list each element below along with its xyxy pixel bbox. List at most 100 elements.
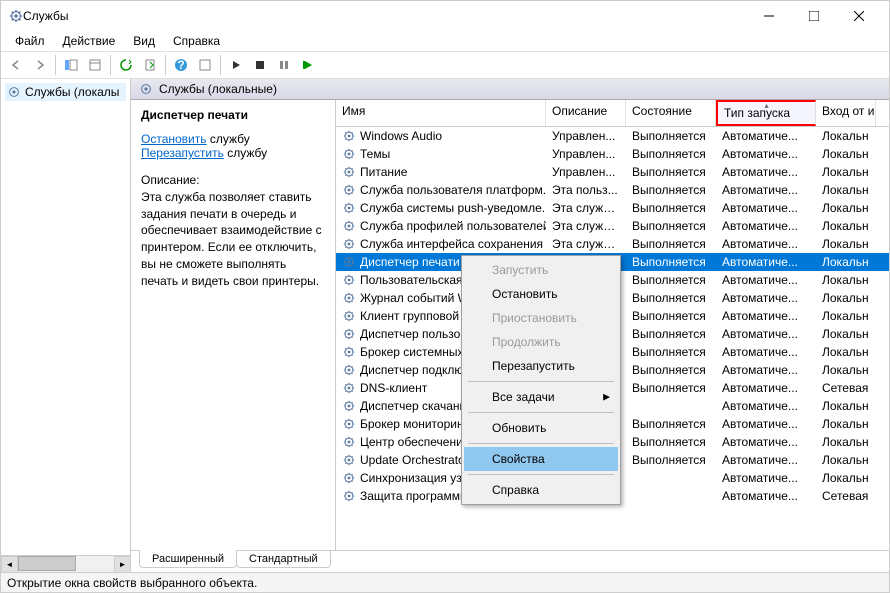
service-logon: Локальн: [816, 254, 876, 270]
service-name: Брокер мониторинг: [360, 417, 468, 431]
right-header-title: Службы (локальные): [159, 82, 277, 96]
service-logon: Локальн: [816, 326, 876, 342]
restart-link[interactable]: Перезапустить: [141, 146, 224, 160]
service-startup: Автоматиче...: [716, 254, 816, 270]
col-desc[interactable]: Описание: [546, 100, 626, 126]
ctx-separator: [468, 474, 614, 475]
app-icon: [9, 9, 23, 23]
service-row[interactable]: ПитаниеУправлен...ВыполняетсяАвтоматиче.…: [336, 163, 889, 181]
service-state: [626, 495, 716, 497]
service-name: Брокер системных: [360, 345, 464, 359]
restart-button[interactable]: [297, 54, 319, 76]
service-row[interactable]: Служба профилей пользователейЭта служб..…: [336, 217, 889, 235]
play-button[interactable]: [225, 54, 247, 76]
service-state: Выполняется: [626, 362, 716, 378]
close-button[interactable]: [836, 1, 881, 31]
detail-title: Диспетчер печати: [141, 108, 325, 122]
col-logon[interactable]: Вход от и: [816, 100, 876, 126]
stop-button[interactable]: [249, 54, 271, 76]
properties-toolbar-button[interactable]: [84, 54, 106, 76]
service-icon: [342, 471, 356, 485]
scroll-right-button[interactable]: ►: [114, 556, 131, 572]
menu-action[interactable]: Действие: [55, 32, 124, 50]
service-startup: Автоматиче...: [716, 218, 816, 234]
service-logon: Локальн: [816, 344, 876, 360]
menu-file[interactable]: Файл: [7, 32, 53, 50]
service-icon: [342, 183, 356, 197]
service-state: Выполняется: [626, 308, 716, 324]
service-name: Диспетчер пользо: [360, 327, 460, 341]
service-desc: Управлен...: [546, 146, 626, 162]
service-startup: Автоматиче...: [716, 290, 816, 306]
service-row[interactable]: ТемыУправлен...ВыполняетсяАвтоматиче...Л…: [336, 145, 889, 163]
toolbar-button[interactable]: [194, 54, 216, 76]
service-startup: Автоматиче...: [716, 452, 816, 468]
tree-pane: Службы (локалы ◄ ►: [1, 79, 131, 572]
ctx-separator: [468, 443, 614, 444]
service-logon: Локальн: [816, 128, 876, 144]
service-name: Диспетчер скачанн...: [360, 399, 476, 413]
service-state: Выполняется: [626, 344, 716, 360]
detail-pane: Диспетчер печати Остановить службу Перез…: [131, 100, 336, 550]
col-state[interactable]: Состояние: [626, 100, 716, 126]
service-startup: Автоматиче...: [716, 470, 816, 486]
service-name: Диспетчер подклю: [360, 363, 463, 377]
service-name: Служба профилей пользователей: [360, 219, 546, 233]
export-button[interactable]: [139, 54, 161, 76]
menu-view[interactable]: Вид: [125, 32, 163, 50]
service-startup: Автоматиче...: [716, 434, 816, 450]
help-button[interactable]: ?: [170, 54, 192, 76]
service-row[interactable]: Служба пользователя платформ...Эта польз…: [336, 181, 889, 199]
service-logon: Локальн: [816, 272, 876, 288]
tab-standard[interactable]: Стандартный: [236, 551, 331, 568]
service-logon: Локальн: [816, 398, 876, 414]
refresh-button[interactable]: [115, 54, 137, 76]
service-state: Выполняется: [626, 434, 716, 450]
tab-extended[interactable]: Расширенный: [139, 550, 237, 568]
ctx-stop[interactable]: Остановить: [464, 282, 618, 306]
titlebar: Службы: [1, 1, 889, 31]
back-button[interactable]: [5, 54, 27, 76]
service-state: Выполняется: [626, 200, 716, 216]
maximize-button[interactable]: [791, 1, 836, 31]
list-header: Имя Описание Состояние ▴Тип запуска Вход…: [336, 100, 889, 127]
service-startup: Автоматиче...: [716, 488, 816, 504]
service-startup: Автоматиче...: [716, 182, 816, 198]
service-logon: Локальн: [816, 164, 876, 180]
pause-button[interactable]: [273, 54, 295, 76]
ctx-refresh[interactable]: Обновить: [464, 416, 618, 440]
service-desc: Управлен...: [546, 128, 626, 144]
window-title: Службы: [23, 9, 746, 23]
service-row[interactable]: Служба интерфейса сохранения ...Эта служ…: [336, 235, 889, 253]
service-logon: Сетевая: [816, 380, 876, 396]
right-pane: Службы (локальные) Диспетчер печати Оста…: [131, 79, 889, 572]
col-name[interactable]: Имя: [336, 100, 546, 126]
service-state: [626, 477, 716, 479]
tree-scrollbar[interactable]: ◄ ►: [1, 555, 131, 572]
col-startup-type[interactable]: ▴Тип запуска: [716, 100, 816, 126]
service-name: Темы: [360, 147, 390, 161]
service-row[interactable]: Windows AudioУправлен...ВыполняетсяАвтом…: [336, 127, 889, 145]
service-icon: [342, 237, 356, 251]
forward-button[interactable]: [29, 54, 51, 76]
main-area: Службы (локалы ◄ ► Службы (локальные) Ди…: [1, 79, 889, 572]
toolbar-separator: [110, 55, 111, 75]
right-header: Службы (локальные): [131, 79, 889, 100]
service-state: Выполняется: [626, 326, 716, 342]
service-row[interactable]: Служба системы push-уведомле...Эта служб…: [336, 199, 889, 217]
minimize-button[interactable]: [746, 1, 791, 31]
show-hide-tree-button[interactable]: [60, 54, 82, 76]
service-icon: [342, 129, 356, 143]
ctx-help[interactable]: Справка: [464, 478, 618, 502]
ctx-all-tasks[interactable]: Все задачи▶: [464, 385, 618, 409]
service-name: DNS-клиент: [360, 381, 427, 395]
ctx-restart[interactable]: Перезапустить: [464, 354, 618, 378]
tree-root[interactable]: Службы (локалы: [5, 83, 126, 101]
scroll-left-button[interactable]: ◄: [1, 556, 18, 572]
toolbar-separator: [220, 55, 221, 75]
ctx-properties[interactable]: Свойства: [464, 447, 618, 471]
menu-help[interactable]: Справка: [165, 32, 228, 50]
service-icon: [342, 417, 356, 431]
stop-link[interactable]: Остановить: [141, 132, 207, 146]
service-state: [626, 405, 716, 407]
